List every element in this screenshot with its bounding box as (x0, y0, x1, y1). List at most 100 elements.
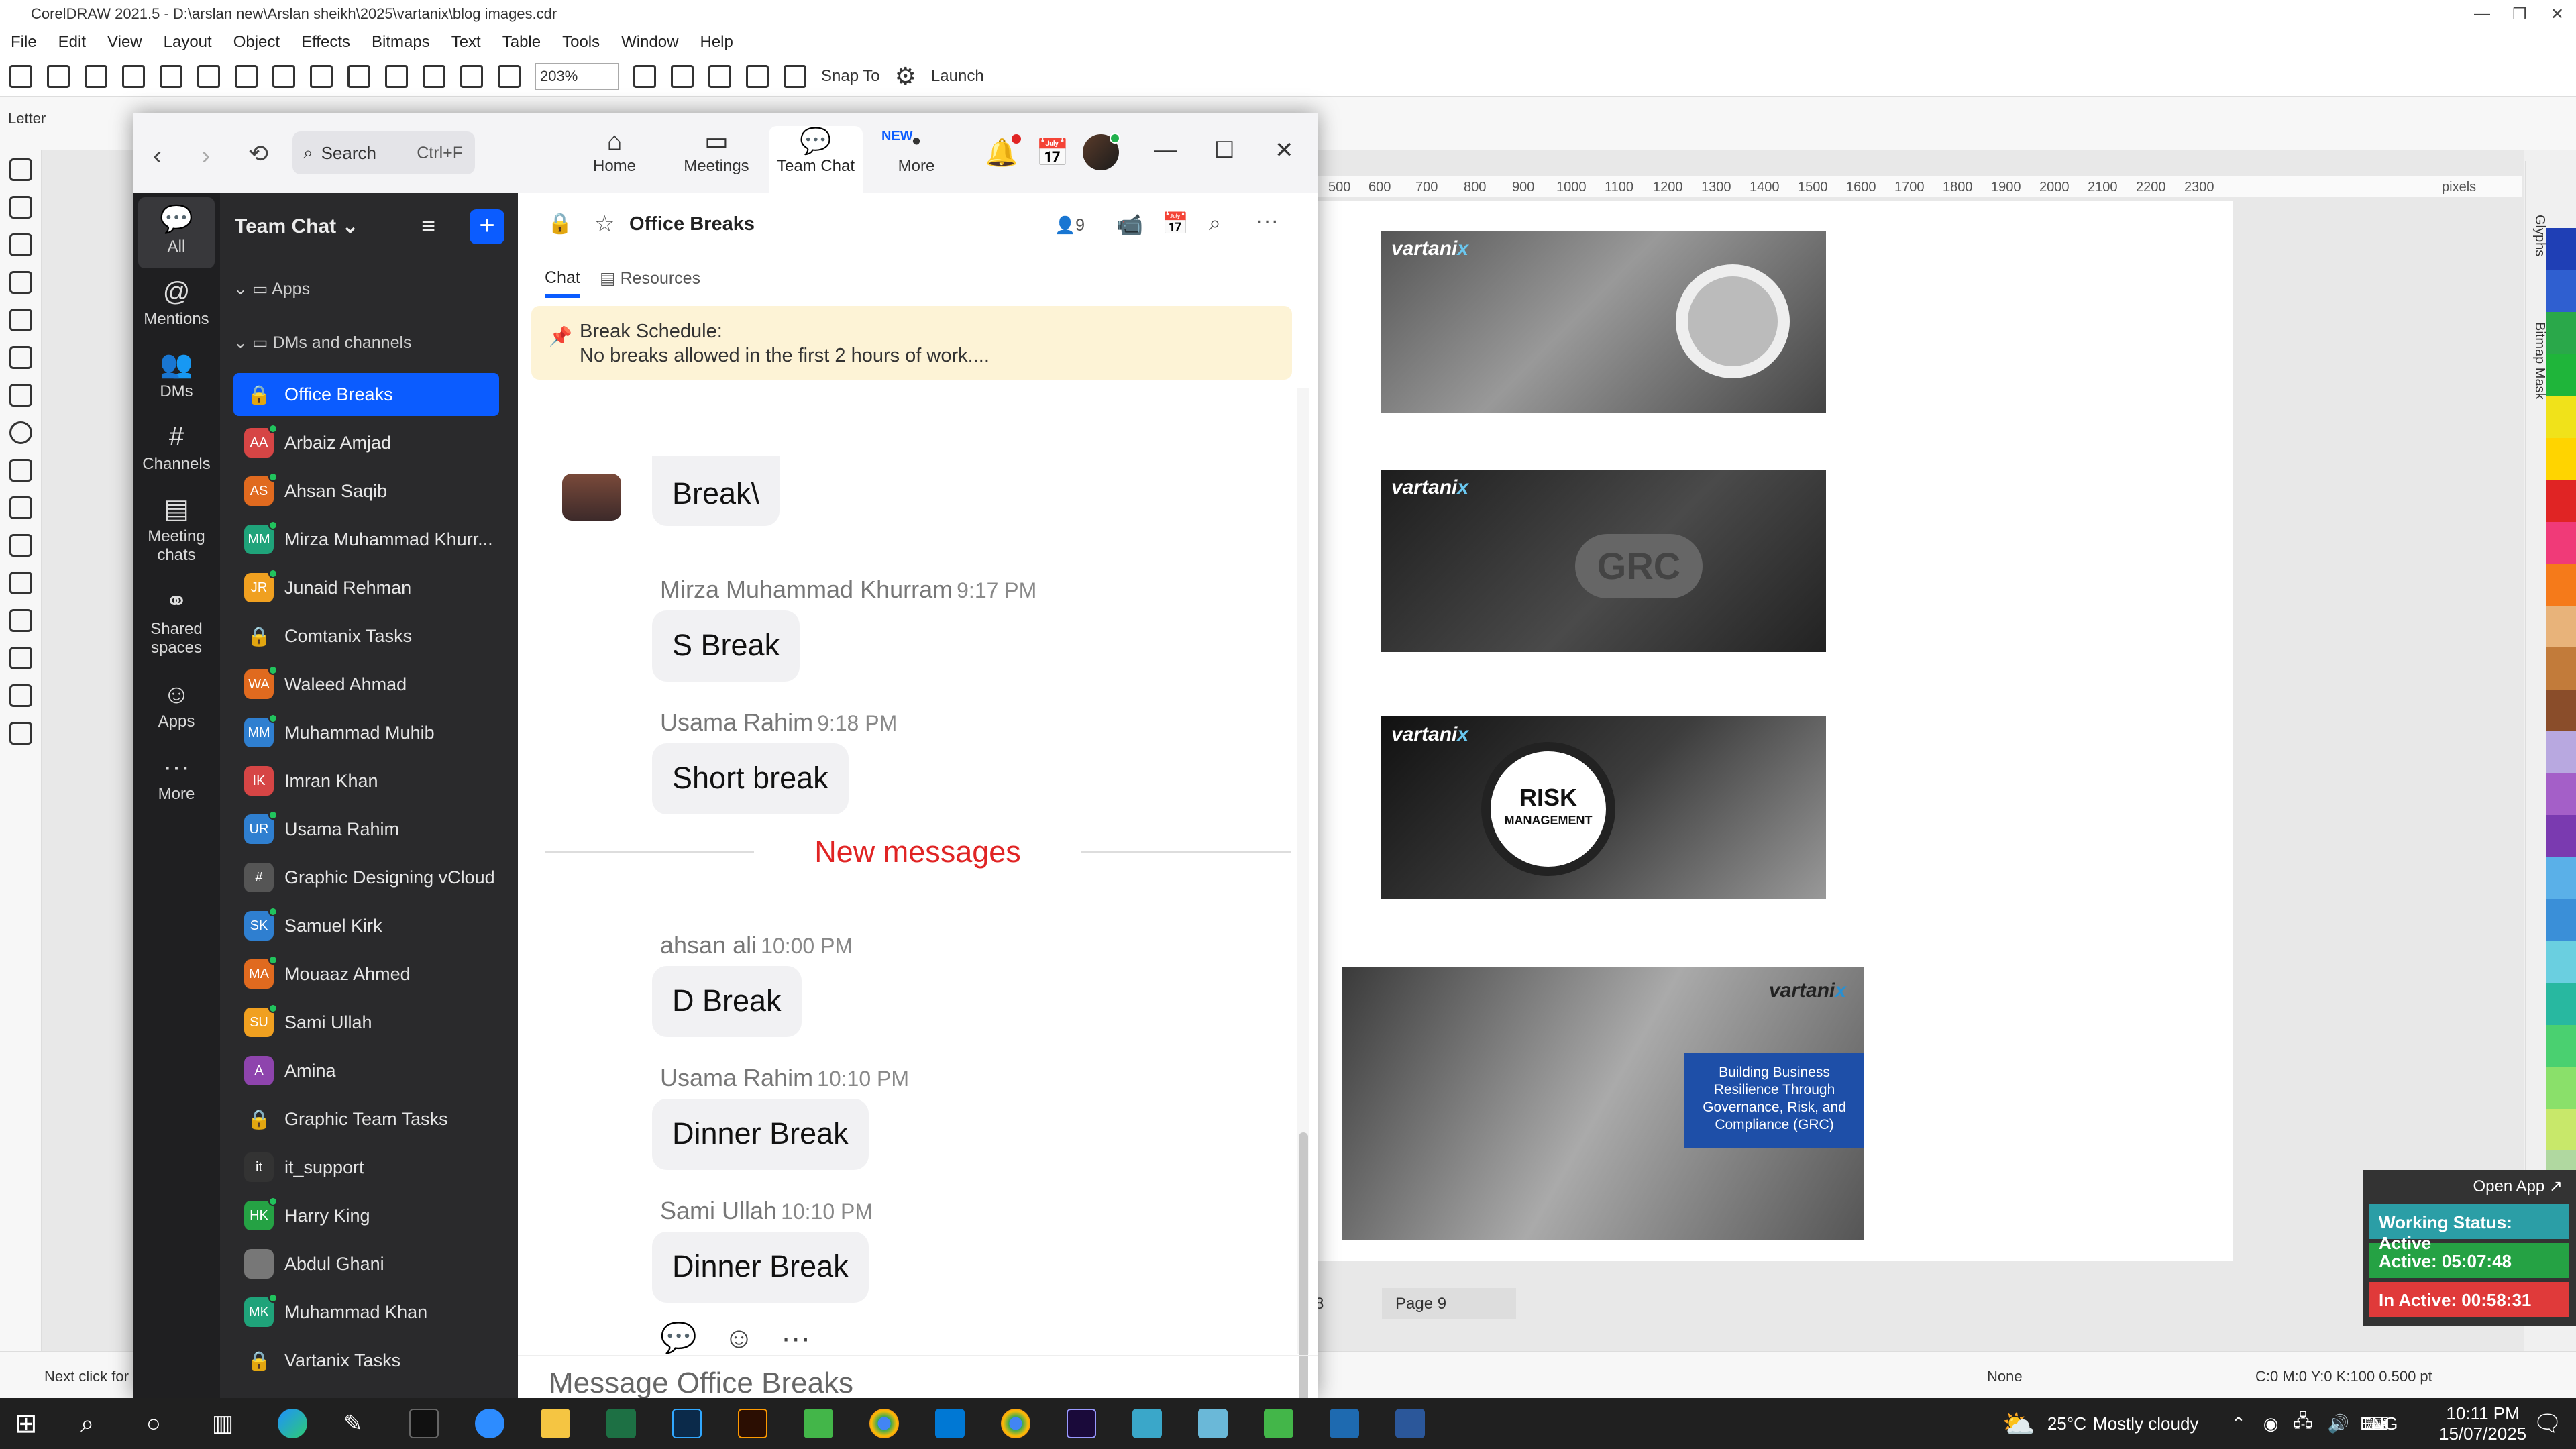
sidebar-title[interactable]: Team Chat ⌄ (235, 215, 359, 238)
color-swatch[interactable] (2546, 605, 2576, 647)
zoom-app-icon[interactable] (475, 1409, 504, 1438)
sidebar-item[interactable]: IK Imran Khan (233, 759, 499, 802)
rail-more[interactable]: ··· More (133, 749, 220, 804)
chat-scrollbar[interactable] (1297, 388, 1309, 1398)
sidebar-item[interactable]: JR Junaid Rehman (233, 566, 499, 609)
bitmap-mask-docker-tab[interactable]: Bitmap Mask (2526, 322, 2547, 400)
close-button[interactable]: ✕ (1275, 137, 1294, 164)
menu-view[interactable]: View (97, 33, 153, 52)
menu-help[interactable]: Help (689, 33, 743, 52)
full-screen-icon[interactable] (633, 64, 656, 88)
menu-edit[interactable]: Edit (48, 33, 97, 52)
color-swatch[interactable] (2546, 857, 2576, 899)
page-tab-current[interactable]: Page 9 (1382, 1288, 1516, 1319)
message-avatar[interactable]: AA (562, 966, 621, 1025)
language-indicator[interactable]: ENG (2360, 1398, 2398, 1449)
blog-image-business-resilience[interactable]: vartanix Building Business Resilience Th… (1342, 967, 1864, 1240)
add-reaction-icon[interactable]: ☺ (724, 1322, 754, 1354)
sidebar-item[interactable]: AA Arbaiz Amjad (233, 421, 499, 464)
edge-browser-icon[interactable] (278, 1409, 307, 1438)
clock[interactable]: 10:11 PM 15/07/2025 (2439, 1398, 2526, 1449)
undo-icon[interactable] (347, 64, 370, 88)
color-swatch[interactable] (2546, 815, 2576, 857)
sidebar-item[interactable]: MA Mouaaz Ahmed (233, 953, 499, 996)
menu-object[interactable]: Object (223, 33, 290, 52)
message-bubble[interactable]: S Break (652, 610, 800, 682)
paste-icon[interactable] (310, 64, 333, 88)
message-bubble[interactable]: Dinner Break (652, 1099, 869, 1170)
color-swatch[interactable] (2546, 437, 2576, 480)
blog-image-grc[interactable]: vartanix GRC (1381, 470, 1826, 652)
sidebar-item[interactable]: UR Usama Rahim (233, 808, 499, 851)
sidebar-item[interactable]: WA Waleed Ahmad (233, 663, 499, 706)
launch-dropdown[interactable]: Launch (931, 67, 984, 86)
interactive-fill-icon[interactable] (9, 722, 32, 745)
search-icon[interactable]: ⌕ (80, 1409, 110, 1438)
message-avatar[interactable]: UR (562, 743, 621, 802)
history-icon[interactable]: ⟲ (248, 140, 268, 168)
sidebar-item[interactable]: 🔒 Comtanix Tasks (233, 614, 499, 657)
profile-avatar[interactable] (1083, 133, 1120, 170)
color-swatch[interactable] (2546, 1108, 2576, 1150)
menu-text[interactable]: Text (441, 33, 492, 52)
cut-icon[interactable] (235, 64, 258, 88)
video-call-icon[interactable]: 📹 (1116, 212, 1143, 237)
blog-image-law-scales[interactable]: vartanix (1381, 231, 1826, 413)
pen-icon[interactable]: ✎ (343, 1409, 373, 1438)
sidebar-item[interactable]: # Graphic Designing vCloud (233, 856, 499, 899)
import-icon[interactable] (423, 64, 445, 88)
save-icon[interactable] (85, 64, 107, 88)
calendar-icon[interactable]: 📅 (1036, 137, 1069, 168)
message-avatar[interactable] (562, 474, 621, 521)
color-swatch[interactable] (2546, 354, 2576, 396)
print-icon[interactable] (197, 64, 220, 88)
color-swatch[interactable] (2546, 396, 2576, 438)
channel-name[interactable]: Office Breaks (629, 213, 755, 235)
rail-shared-spaces[interactable]: ⚭ Shared spaces (133, 584, 220, 657)
menu-layout[interactable]: Layout (153, 33, 223, 52)
chevron-up-icon[interactable]: ⌃ (2231, 1413, 2246, 1434)
apps-section-header[interactable]: ⌄ ▭ Apps (233, 279, 310, 299)
photoshop-icon[interactable] (672, 1409, 702, 1438)
sidebar-item[interactable]: Abdul Ghani (233, 1242, 499, 1285)
sidebar-item[interactable]: MM Mirza Muhammad Khurr... (233, 518, 499, 561)
color-swatch[interactable] (2546, 1067, 2576, 1109)
task-view-icon[interactable]: ▥ (212, 1409, 241, 1438)
new-document-icon[interactable] (9, 64, 32, 88)
nav-home[interactable]: ⌂ Home (568, 126, 661, 193)
sidebar-item[interactable]: MK Muhammad Khan (233, 1291, 499, 1334)
sidebar-item[interactable]: AS Ahsan Saqib (233, 470, 499, 513)
close-button[interactable]: ✕ (2538, 0, 2576, 28)
message-avatar[interactable]: UR (562, 1099, 621, 1158)
coreldraw-icon[interactable] (1264, 1409, 1293, 1438)
color-swatch[interactable] (2546, 941, 2576, 983)
sidebar-item[interactable]: 🔒 Vartanix Tasks (233, 1339, 499, 1382)
color-swatch[interactable] (2546, 228, 2576, 270)
ellipse-tool-icon[interactable] (9, 421, 32, 444)
rail-meeting-chats[interactable]: ▤ Meeting chats (133, 491, 220, 565)
file-explorer-icon[interactable] (541, 1409, 570, 1438)
chrome-icon[interactable] (869, 1409, 899, 1438)
app-tray-icon[interactable]: ◉ (2263, 1413, 2279, 1434)
tab-resources[interactable]: ▤ Resources (600, 268, 700, 288)
reply-icon[interactable]: 💬 (660, 1322, 697, 1354)
open-icon[interactable] (47, 64, 70, 88)
excel-icon[interactable] (606, 1409, 636, 1438)
message-avatar[interactable]: MM (562, 610, 621, 669)
snap-off-icon[interactable] (784, 64, 806, 88)
search-input[interactable]: ⌕ Search Ctrl+F (292, 131, 475, 174)
rail-channels[interactable]: # Channels (133, 419, 220, 474)
sidebar-item[interactable]: SK Samuel Kirk (233, 904, 499, 947)
premiere-icon[interactable] (1067, 1409, 1096, 1438)
snap-to-dropdown[interactable]: Snap To (821, 67, 880, 86)
menu-file[interactable]: File (0, 33, 48, 52)
message-bubble[interactable]: D Break (652, 966, 802, 1037)
sidebar-item[interactable]: 🔒 Office Breaks (233, 373, 499, 416)
notification-center-icon[interactable]: 🗨 (2533, 1398, 2562, 1449)
vscode-icon[interactable] (935, 1409, 965, 1438)
message-bubble[interactable]: Dinner Break (652, 1232, 869, 1303)
export-icon[interactable] (460, 64, 483, 88)
freehand-tool-icon[interactable] (9, 309, 32, 331)
color-swatch[interactable] (2546, 731, 2576, 773)
color-swatch[interactable] (2546, 312, 2576, 354)
